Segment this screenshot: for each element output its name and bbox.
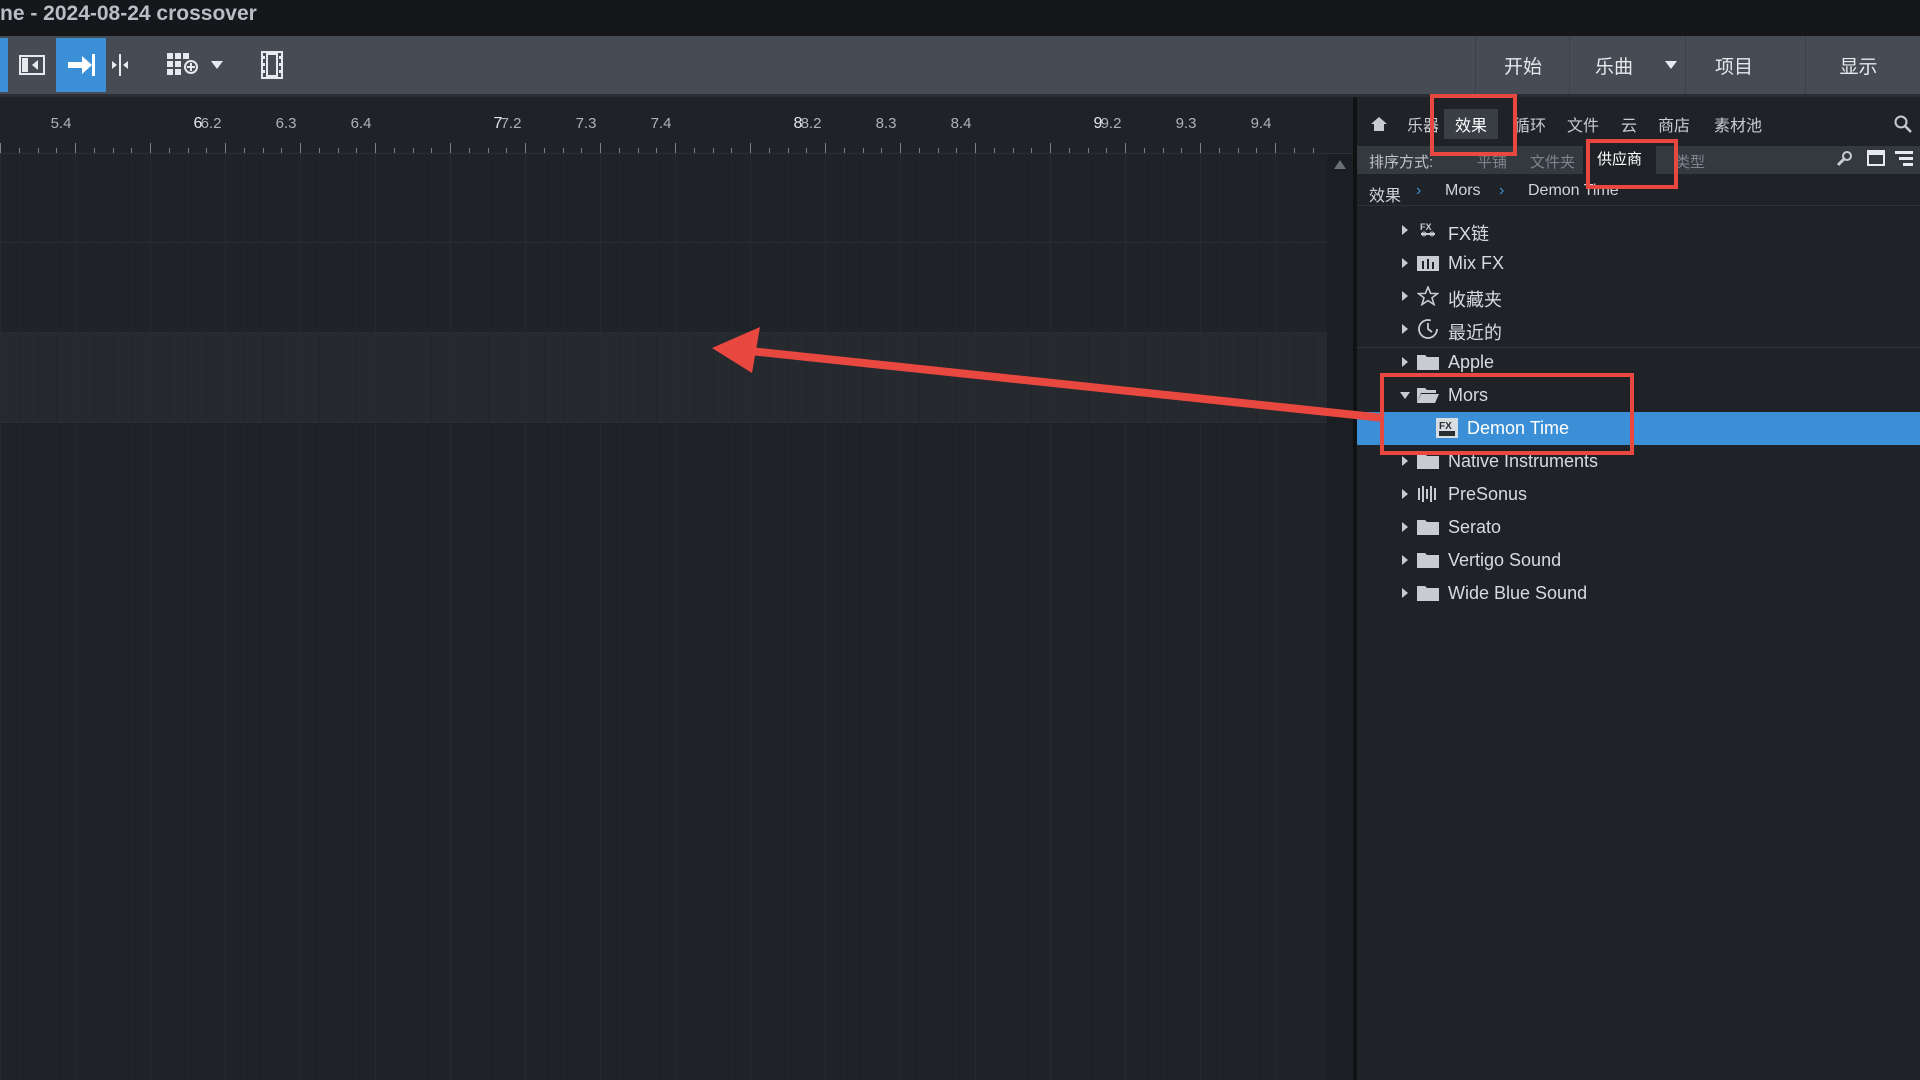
drag-arrow-annotation — [712, 327, 1385, 422]
